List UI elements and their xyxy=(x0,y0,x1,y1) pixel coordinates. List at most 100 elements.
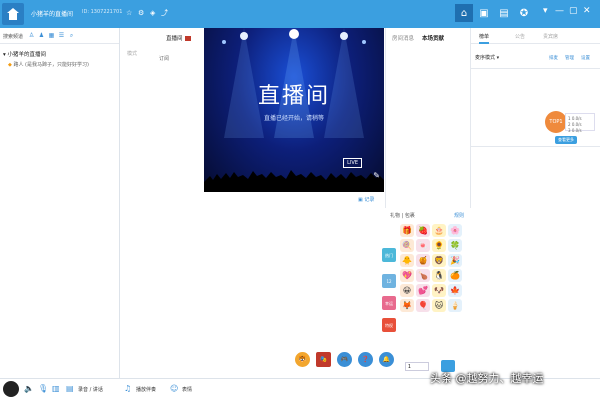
gift-item[interactable]: 🐧 xyxy=(432,269,446,282)
menu-icon[interactable]: ▾ xyxy=(543,6,548,16)
gift-item[interactable]: 🍬 xyxy=(416,239,430,252)
top-rank-badge[interactable]: TOP1 xyxy=(545,111,567,133)
game-icon[interactable]: ✪ xyxy=(515,4,533,22)
gift-category-lucky[interactable]: 幸运 xyxy=(382,296,396,310)
gift-item[interactable]: 🐶 xyxy=(432,284,446,297)
gift-category-level[interactable]: 12 xyxy=(382,274,396,288)
user-icon[interactable]: ♙ xyxy=(28,32,35,39)
gift-grid: 🎁 🍓 🎂 🌸 🍭 🍬 🌻 🍀 🐥 🍯 🦁 🎉 💖 🍗 🐧 🍊 😀 💕 🐶 🍁 🦊 🎈 🐱 🍦 xyxy=(400,224,462,312)
equalizer-icon[interactable]: ▥ xyxy=(52,384,60,394)
record-button[interactable]: ▣ 记录 xyxy=(358,196,374,203)
gift-item[interactable]: 🍊 xyxy=(448,269,462,282)
tab-vip[interactable]: 贵宾席 xyxy=(543,33,558,40)
close-icon[interactable]: ✕ xyxy=(583,6,591,16)
lock-icon[interactable]: ◈ xyxy=(150,8,155,18)
gift-item[interactable]: 🍗 xyxy=(416,269,430,282)
gift-item[interactable]: 🦊 xyxy=(400,299,414,312)
gift-item[interactable]: 🎈 xyxy=(416,299,430,312)
gift-item[interactable]: 😀 xyxy=(400,284,414,297)
search-icon[interactable]: ⌕ xyxy=(68,32,75,39)
fav-game-icon[interactable]: 🎮 xyxy=(337,352,352,367)
fav-help-icon[interactable]: ❓ xyxy=(358,352,373,367)
tab-room-messages[interactable]: 房间消息 xyxy=(392,34,414,42)
gift-item[interactable]: 🍁 xyxy=(448,284,462,297)
settings-link[interactable]: 设置 xyxy=(581,55,590,61)
gift-panel: 礼物 | 包裹 规则 热门 12 幸运 特权 🎁 🍓 🎂 🌸 🍭 🍬 🌻 🍀 🐥 🍯 🦁 🎉 💖 🍗 🐧 🍊 😀… xyxy=(382,208,471,378)
tab-ranking[interactable]: 榜单 xyxy=(479,33,490,44)
gift-item[interactable]: 🌻 xyxy=(432,239,446,252)
gift-item[interactable]: 🎁 xyxy=(400,224,414,237)
subscribe-label[interactable]: 订阅 xyxy=(159,55,169,62)
fav-tiger-icon[interactable]: 🐯 xyxy=(295,352,310,367)
gift-item[interactable]: 🎂 xyxy=(432,224,446,237)
room-id: ID: 1307221701 xyxy=(82,9,123,15)
mode-label: 模式 xyxy=(127,51,138,57)
gift-item[interactable]: 🐱 xyxy=(432,299,446,312)
gift-item[interactable]: 🦁 xyxy=(432,254,446,267)
crowd-silhouette xyxy=(204,170,384,192)
fav-bell-icon[interactable]: 🔔 xyxy=(379,352,394,367)
speaker-icon[interactable]: 🔈 xyxy=(24,384,34,394)
right-tabs: 榜单 公告 贵宾席 xyxy=(471,28,600,44)
group-icon[interactable]: ♟ xyxy=(38,32,45,39)
gift-item[interactable]: 🎉 xyxy=(448,254,462,267)
watermark: 头条 @越努力、越幸运 xyxy=(430,372,544,385)
gift-category-privilege[interactable]: 特权 xyxy=(382,318,396,332)
record-talk-label[interactable]: 录音 / 讲话 xyxy=(78,386,103,393)
divider xyxy=(471,68,600,69)
mode-dropdown[interactable]: 麦序模式 ▾ xyxy=(475,54,499,61)
music-icon[interactable]: ♫ xyxy=(124,384,131,394)
manage-link[interactable]: 管理 xyxy=(565,55,574,61)
video-subtitle: 直播已经开始，请稍等 xyxy=(263,115,324,122)
avatar[interactable] xyxy=(3,381,19,397)
list-icon[interactable]: ☰ xyxy=(58,32,65,39)
message-icon[interactable]: ▤ xyxy=(495,4,513,22)
fav-mask-icon[interactable]: 🎭 xyxy=(316,352,331,367)
queue-link[interactable]: 排麦 xyxy=(549,55,558,61)
mic-icon[interactable]: 🎙 xyxy=(38,384,48,394)
stage-header: 直播间 xyxy=(166,34,191,42)
gift-item[interactable]: 🍭 xyxy=(400,239,414,252)
stats-icon[interactable]: ▤ xyxy=(66,384,74,394)
video-title: 直播间 xyxy=(257,84,330,109)
tab-notice[interactable]: 公告 xyxy=(515,33,525,40)
star-icon[interactable]: ☆ xyxy=(126,8,132,18)
gift-item[interactable]: 💖 xyxy=(400,269,414,282)
gift-item[interactable]: 🍓 xyxy=(416,224,430,237)
gift-item[interactable]: 🌸 xyxy=(448,224,462,237)
view-more-button[interactable]: 查看更多 xyxy=(555,136,577,144)
gift-category-hot[interactable]: 热门 xyxy=(382,248,396,262)
accompaniment-label[interactable]: 播放伴奏 xyxy=(136,386,156,393)
home-button[interactable] xyxy=(2,3,24,25)
channel-search-label: 搜索频道 xyxy=(3,34,24,40)
divider xyxy=(471,146,600,147)
settings-icon[interactable]: ⚙ xyxy=(138,8,144,18)
share-icon[interactable]: ⤴ xyxy=(161,8,168,18)
gift-item[interactable]: 🐥 xyxy=(400,254,414,267)
contacts-icon[interactable]: ▣ xyxy=(475,4,493,22)
emoji-label[interactable]: 表情 xyxy=(182,386,192,393)
gift-quantity-input[interactable] xyxy=(405,362,429,371)
channel-name[interactable]: ▾ 小猪羊的直播间 xyxy=(3,50,46,58)
gift-item[interactable]: 🍀 xyxy=(448,239,462,252)
maximize-icon[interactable]: ▢ xyxy=(569,6,578,16)
gift-item[interactable]: 💕 xyxy=(416,284,430,297)
home-tab-icon[interactable]: ⌂ xyxy=(455,4,473,22)
gift-rules-link[interactable]: 规则 xyxy=(454,212,464,219)
score-row: 3 0.0/s xyxy=(568,128,582,133)
channel-panel: 搜索频道 ♙ ♟ ▦ ☰ ⌕ ▾ 小猪羊的直播间 ◆ 路人 (是我马蹄子，只能好… xyxy=(0,28,120,378)
lock-icon[interactable]: ▦ xyxy=(48,32,55,39)
window-title: 小猪羊的直播间 xyxy=(31,11,74,18)
channel-toolbar: 搜索频道 ♙ ♟ ▦ ☰ ⌕ xyxy=(0,28,119,44)
tab-contribution[interactable]: 本场贡献 xyxy=(422,34,444,42)
minimize-icon[interactable]: — xyxy=(555,6,564,16)
live-video[interactable]: 直播间 直播已经开始，请稍等 LIVE ✎ xyxy=(204,28,384,192)
gift-item[interactable]: 🍦 xyxy=(448,299,462,312)
gift-item[interactable]: 🍯 xyxy=(416,254,430,267)
gift-tabs[interactable]: 礼物 | 包裹 xyxy=(390,212,415,219)
user-list-item[interactable]: ◆ 路人 (是我马蹄子，只能好好学习) xyxy=(8,61,89,68)
live-logo: LIVE xyxy=(343,158,362,168)
right-panel: 榜单 公告 贵宾席 麦序模式 ▾ 排麦 管理 设置 xyxy=(471,28,600,378)
edit-icon[interactable]: ✎ xyxy=(373,171,380,180)
emoji-icon[interactable]: ☺ xyxy=(170,384,178,394)
